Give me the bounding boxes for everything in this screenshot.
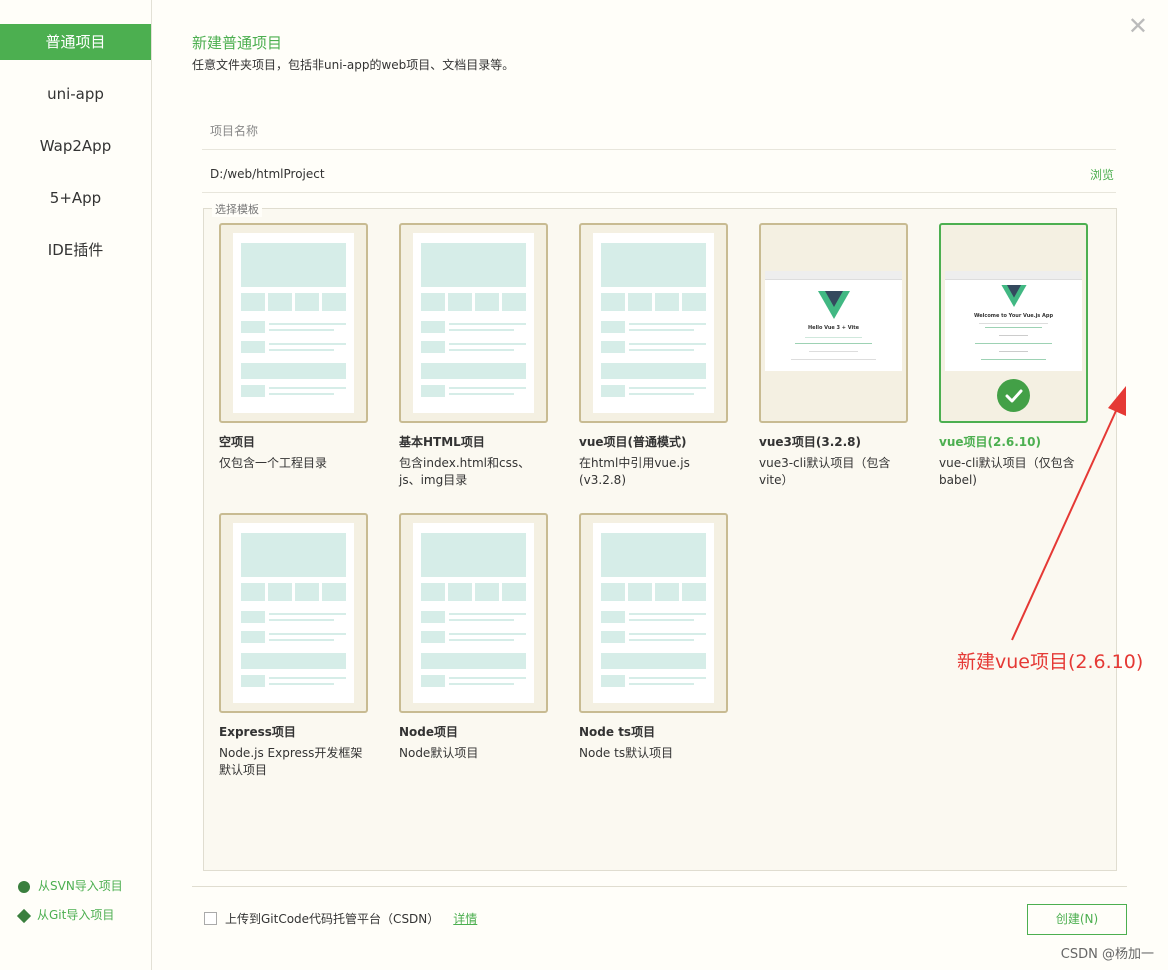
wireframe-page (413, 523, 534, 703)
vue-logo-icon (817, 291, 850, 319)
template-card-empty[interactable]: 空项目 仅包含一个工程目录 (219, 223, 368, 472)
template-thumbnail[interactable] (219, 513, 368, 713)
template-legend: 选择模板 (212, 201, 262, 217)
close-icon[interactable]: ✕ (1128, 14, 1148, 38)
wireframe-page (593, 233, 714, 413)
sidebar-item-uni-app[interactable]: uni-app (0, 76, 151, 112)
template-name: Express项目 (219, 725, 296, 739)
sidebar-item-normal-project[interactable]: 普通项目 (0, 24, 151, 60)
project-path-row: D:/web/htmlProject 浏览 (202, 156, 1116, 193)
watermark: CSDN @杨加一 (1060, 947, 1154, 962)
import-links: 从SVN导入项目 从Git导入项目 (16, 872, 123, 930)
project-name-row (202, 113, 1132, 150)
wireframe-page (233, 233, 354, 413)
template-name: vue3项目(3.2.8) (759, 435, 861, 449)
sidebar-item-ide-plugin[interactable]: IDE插件 (0, 232, 151, 268)
template-desc: 在html中引用vue.js (v3.2.8) (579, 456, 690, 487)
template-thumbnail[interactable]: Hello Vue 3 + Vite (759, 223, 908, 423)
wireframe-page (233, 523, 354, 703)
footer-divider (192, 886, 1127, 887)
sidebar: 普通项目 uni-app Wap2App 5+App IDE插件 从SVN导入项… (0, 0, 152, 970)
vue-logo-icon (1000, 285, 1027, 307)
wireframe-page (593, 523, 714, 703)
template-name: 空项目 (219, 435, 256, 449)
template-desc: Node.js Express开发框架默认项目 (219, 746, 363, 777)
page-subtitle: 任意文件夹项目，包括非uni-app的web项目、文档目录等。 (192, 58, 515, 72)
main-panel: ✕ 新建普通项目 任意文件夹项目，包括非uni-app的web项目、文档目录等。… (152, 0, 1168, 970)
template-thumbnail[interactable] (579, 223, 728, 423)
template-desc: 包含index.html和css、js、img目录 (399, 456, 531, 487)
template-thumbnail[interactable] (399, 513, 548, 713)
browse-button[interactable]: 浏览 (1090, 166, 1116, 183)
sidebar-item-wap2app[interactable]: Wap2App (0, 128, 151, 164)
template-desc: Node默认项目 (399, 746, 479, 760)
upload-option: 上传到GitCode代码托管平台（CSDN） 详情 (204, 910, 477, 927)
svn-icon (18, 880, 30, 893)
template-thumbnail[interactable] (399, 223, 548, 423)
template-card-node-ts[interactable]: Node ts项目 Node ts默认项目 (579, 513, 728, 762)
vue2-shot-title: Welcome to Your Vue.js App (973, 313, 1054, 319)
annotation-text: 新建vue项目(2.6.10) (957, 651, 1144, 673)
page-title: 新建普通项目 (192, 34, 283, 52)
details-link[interactable]: 详情 (453, 910, 477, 927)
annotation-arrow-icon (1011, 386, 1126, 641)
sidebar-item-5plus-app[interactable]: 5+App (0, 180, 151, 216)
project-name-input[interactable] (202, 113, 1132, 149)
template-card-vue3[interactable]: Hello Vue 3 + Vite vue3项目(3.2.8) vue3-cl… (759, 223, 908, 489)
project-path-value[interactable]: D:/web/htmlProject (202, 167, 1090, 181)
template-desc: Node ts默认项目 (579, 746, 674, 760)
template-name: Node项目 (399, 725, 459, 739)
import-svn-link[interactable]: 从SVN导入项目 (18, 872, 123, 901)
create-button[interactable]: 创建(N) (1027, 904, 1127, 935)
template-desc: vue3-cli默认项目（包含vite） (759, 456, 891, 487)
import-git-label: 从Git导入项目 (37, 908, 115, 922)
template-thumbnail[interactable] (579, 513, 728, 713)
template-card-vue-normal[interactable]: vue项目(普通模式) 在html中引用vue.js (v3.2.8) (579, 223, 728, 489)
upload-checkbox[interactable] (204, 912, 217, 925)
upload-label: 上传到GitCode代码托管平台（CSDN） (225, 912, 440, 926)
import-git-link[interactable]: 从Git导入项目 (16, 901, 123, 930)
template-card-node[interactable]: Node项目 Node默认项目 (399, 513, 548, 762)
wireframe-page (413, 233, 534, 413)
template-name: Node ts项目 (579, 725, 656, 739)
template-desc: 仅包含一个工程目录 (219, 456, 328, 470)
template-card-basic-html[interactable]: 基本HTML项目 包含index.html和css、js、img目录 (399, 223, 548, 489)
template-name: 基本HTML项目 (399, 435, 485, 449)
vue2-screenshot: Welcome to Your Vue.js App (945, 271, 1082, 371)
template-card-express[interactable]: Express项目 Node.js Express开发框架默认项目 (219, 513, 368, 779)
vue3-screenshot: Hello Vue 3 + Vite (765, 271, 902, 371)
template-name: vue项目(普通模式) (579, 435, 687, 449)
git-icon (16, 908, 32, 923)
vue3-shot-title: Hello Vue 3 + Vite (808, 325, 859, 331)
import-svn-label: 从SVN导入项目 (38, 879, 123, 893)
template-thumbnail[interactable] (219, 223, 368, 423)
